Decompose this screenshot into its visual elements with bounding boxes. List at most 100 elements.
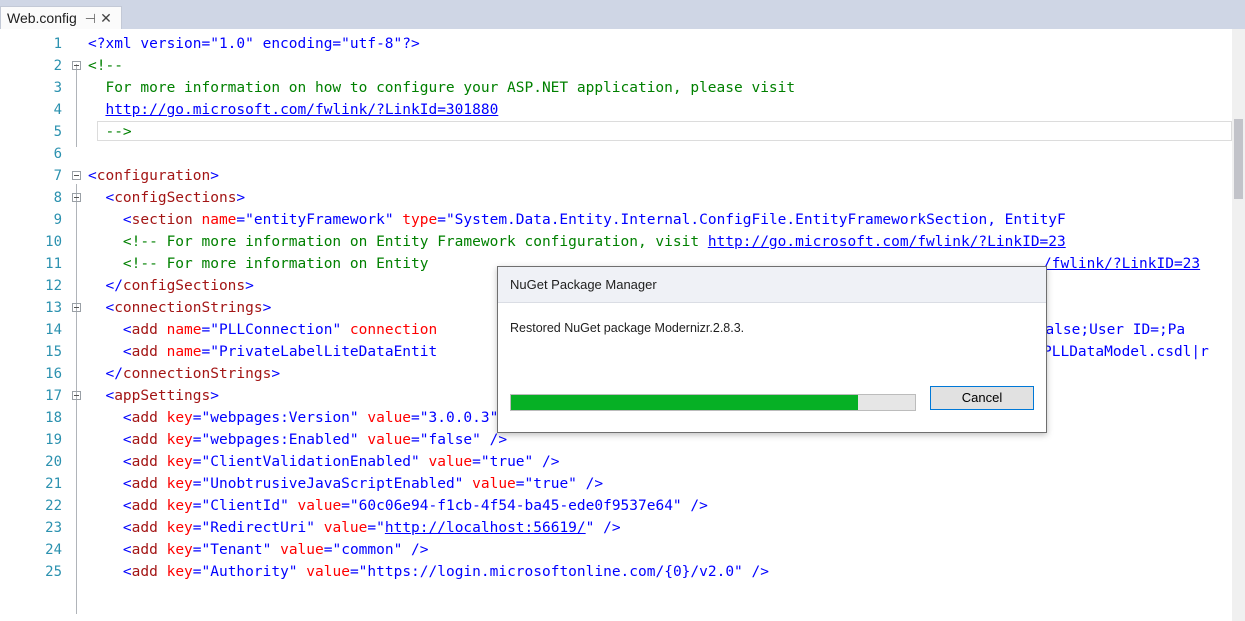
code-text: =" xyxy=(367,520,385,536)
line-number: 10 xyxy=(45,234,62,250)
code-line: 10 <!-- For more information on Entity F… xyxy=(0,231,1232,253)
document-tab-bar: Web.config ⊣ ✕ xyxy=(0,0,1245,29)
code-text: add xyxy=(131,498,158,514)
line-number: 5 xyxy=(53,124,62,140)
code-text: appSettings xyxy=(114,388,211,404)
line-number: 19 xyxy=(45,432,62,448)
line-number: 11 xyxy=(45,256,62,272)
code-line: 6 xyxy=(0,143,1232,165)
code-text: > xyxy=(262,300,272,316)
line-number: 20 xyxy=(45,454,62,470)
code-line: 24 <add key="Tenant" value="common" /> xyxy=(0,539,1232,561)
code-text: --> xyxy=(88,124,132,140)
code-text: type xyxy=(393,212,438,228)
code-text: key xyxy=(157,410,193,426)
code-text: key xyxy=(157,542,193,558)
code-text: value xyxy=(297,564,350,580)
line-number: 18 xyxy=(45,410,62,426)
scrollbar-thumb[interactable] xyxy=(1234,119,1243,199)
code-text: add xyxy=(131,520,158,536)
code-text: ="true" xyxy=(515,476,577,492)
line-number: 16 xyxy=(45,366,62,382)
code-text: value xyxy=(315,520,368,536)
code-text: ="ClientValidationEnabled" xyxy=(192,454,420,470)
collapse-icon[interactable] xyxy=(72,303,81,312)
code-text: ="PrivateLabelLiteDataEntit xyxy=(201,344,438,360)
dialog-message: Restored NuGet package Modernizr.2.8.3. xyxy=(510,321,745,335)
code-text: < xyxy=(88,410,132,426)
code-link[interactable]: /fwlink/?LinkID=23 xyxy=(1043,253,1200,275)
code-line: 25 <add key="Authority" value="https://l… xyxy=(0,561,1232,583)
close-icon[interactable]: ✕ xyxy=(100,10,112,26)
code-text: < xyxy=(88,168,97,184)
code-text: configuration xyxy=(96,168,211,184)
code-line: 5 --> xyxy=(0,121,1232,143)
code-text: value xyxy=(288,498,342,514)
code-text: < xyxy=(88,190,115,206)
code-text: <!-- For more information on Entity Fram… xyxy=(88,234,708,250)
line-number: 15 xyxy=(45,344,62,360)
code-line: 22 <add key="ClientId" value="60c06e94-f… xyxy=(0,495,1232,517)
code-text: <!-- For more information on Entity xyxy=(88,256,429,272)
code-line: 4 http://go.microsoft.com/fwlink/?LinkId… xyxy=(0,99,1232,121)
code-text: ="System.Data.Entity.Internal.ConfigFile… xyxy=(437,212,1066,228)
code-text: > xyxy=(236,190,246,206)
cancel-button[interactable]: Cancel xyxy=(930,386,1034,410)
code-text: </ xyxy=(88,278,123,294)
code-link[interactable]: http://go.microsoft.com/fwlink/?LinkID=2… xyxy=(708,234,1066,250)
code-text: /> xyxy=(576,476,604,492)
collapse-icon[interactable] xyxy=(72,171,81,180)
line-number: 25 xyxy=(45,564,62,580)
progress-fill xyxy=(511,395,859,410)
line-number: 22 xyxy=(45,498,62,514)
code-text: ="PLLConnection" xyxy=(201,322,342,338)
code-line: 20 <add key="ClientValidationEnabled" va… xyxy=(0,451,1232,473)
code-text: add xyxy=(131,476,158,492)
code-text: section xyxy=(131,212,193,228)
code-text: key xyxy=(157,564,193,580)
code-text: For more information on how to configure… xyxy=(88,80,796,96)
code-text: < xyxy=(88,542,132,558)
code-text: add xyxy=(131,542,158,558)
code-text: connectionStrings xyxy=(122,366,272,382)
document-tab[interactable]: Web.config ⊣ ✕ xyxy=(0,6,122,29)
code-text: ="3.0.0.3" xyxy=(411,410,499,426)
code-link[interactable]: http://go.microsoft.com/fwlink/?LinkId=3… xyxy=(105,102,498,118)
line-number: 7 xyxy=(53,168,62,184)
code-text: /> xyxy=(480,432,508,448)
code-text: PLLDataModel.csdl|r xyxy=(1043,344,1209,360)
code-text: value xyxy=(463,476,516,492)
code-link[interactable]: http://localhost:56619/ xyxy=(385,520,586,536)
collapse-icon[interactable] xyxy=(72,61,81,70)
nuget-dialog: NuGet Package Manager Restored NuGet pac… xyxy=(497,266,1047,433)
collapse-icon[interactable] xyxy=(72,391,81,400)
code-text: key xyxy=(157,520,193,536)
code-text: ="webpages:Enabled" xyxy=(192,432,359,448)
code-text: key xyxy=(157,476,193,492)
code-text: > xyxy=(210,168,219,184)
pin-icon[interactable]: ⊣ xyxy=(85,11,96,26)
collapse-icon[interactable] xyxy=(72,193,81,202)
code-line: 8 <configSections> xyxy=(0,187,1232,209)
code-line: 23 <add key="RedirectUri" value="http://… xyxy=(0,517,1232,539)
code-text: configSections xyxy=(122,278,246,294)
code-text: < xyxy=(88,454,132,470)
vertical-scrollbar[interactable] xyxy=(1232,29,1245,621)
code-text: ="ClientId" xyxy=(192,498,289,514)
code-text: < xyxy=(88,322,132,338)
code-text: ="webpages:Version" xyxy=(192,410,359,426)
code-line: 7 <configuration> xyxy=(0,165,1232,187)
code-line: 3 For more information on how to configu… xyxy=(0,77,1232,99)
code-text: /> xyxy=(681,498,708,514)
line-number: 2 xyxy=(53,58,62,74)
progress-bar xyxy=(510,394,916,411)
code-text: name xyxy=(157,344,202,360)
code-text: ="entityFramework" xyxy=(236,212,394,228)
code-text: < xyxy=(88,212,132,228)
code-text: </ xyxy=(88,366,123,382)
code-line: 21 <add key="UnobtrusiveJavaScriptEnable… xyxy=(0,473,1232,495)
code-text: < xyxy=(88,344,132,360)
code-text: connectionStrings xyxy=(114,300,263,316)
code-text: < xyxy=(88,564,132,580)
code-text: <!-- xyxy=(88,58,123,74)
